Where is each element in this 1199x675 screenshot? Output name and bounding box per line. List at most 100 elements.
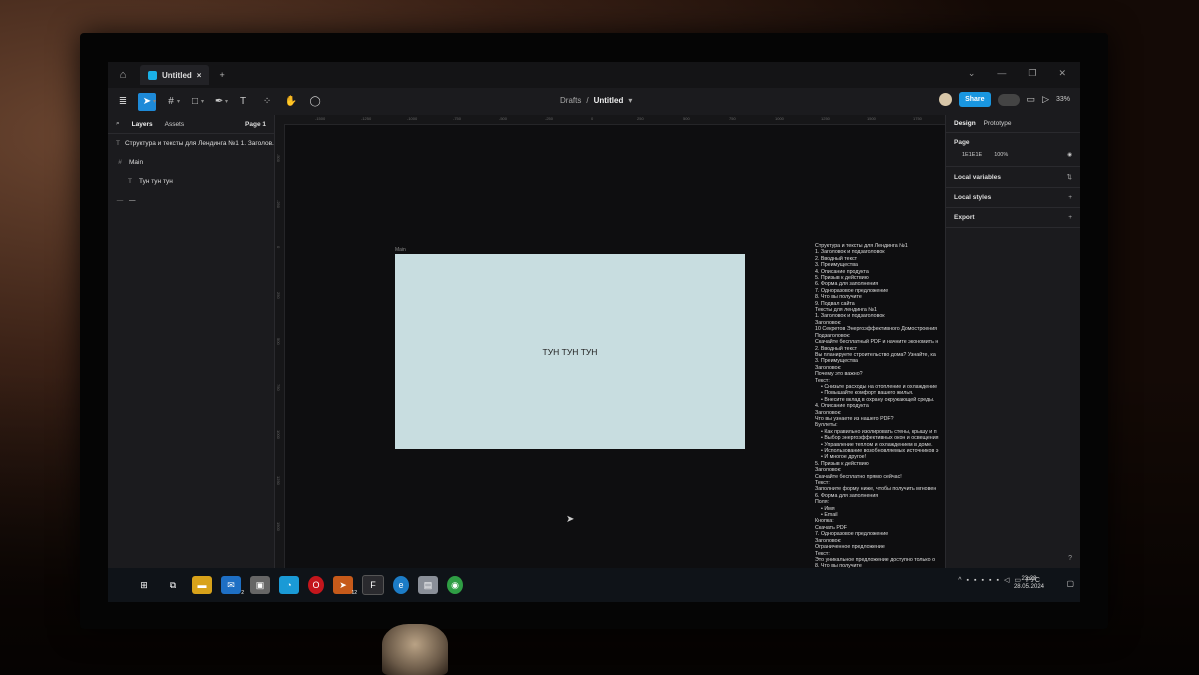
ruler-tick-label: 500 (276, 338, 281, 345)
page-selector[interactable]: Page 1 (245, 121, 266, 128)
zoom-level[interactable]: 33% (1056, 96, 1070, 103)
share-button[interactable]: Share (959, 92, 991, 107)
text-icon: T (128, 178, 132, 185)
frame-text[interactable]: ТУН ТУН ТУН (543, 347, 598, 357)
store-icon[interactable]: ▣ (250, 576, 270, 594)
window-controls: ⌄ — ❐ ✕ (968, 68, 1066, 79)
library-icon[interactable]: ▭ (1027, 94, 1036, 105)
clock[interactable]: 23:29 28.05.2024 (1014, 575, 1044, 591)
ruler-tick-label: 1000 (276, 430, 281, 439)
chevron-down-icon[interactable]: ▾ (153, 98, 156, 105)
chevron-down-icon[interactable]: ▾ (628, 96, 632, 105)
home-icon[interactable]: ⌂ (116, 68, 130, 82)
mail-badge: 2 (241, 590, 244, 596)
main-frame[interactable]: ТУН ТУН ТУН (395, 254, 745, 449)
edge-icon[interactable]: e (393, 576, 409, 594)
hand-tool-icon[interactable]: ✋ (282, 93, 300, 111)
plus-icon[interactable]: + (1068, 214, 1072, 221)
comment-tool-icon[interactable]: ◯ (306, 93, 324, 111)
chevron-down-icon[interactable]: ▾ (225, 98, 228, 105)
tab-prototype[interactable]: Prototype (984, 120, 1012, 127)
text-tool-icon[interactable]: T (234, 93, 252, 111)
avatar[interactable] (939, 93, 953, 106)
page-opacity-value[interactable]: 100% (994, 152, 1008, 158)
main-menu-icon[interactable]: ≣ (114, 93, 132, 111)
file-explorer-icon[interactable]: ▬ (192, 576, 212, 594)
export-section[interactable]: Export + (946, 208, 1080, 228)
chevron-down-icon[interactable]: ▾ (177, 98, 180, 105)
mail-icon[interactable]: ✉ 2 (221, 576, 244, 596)
chrome-icon[interactable]: ◉ (447, 576, 463, 594)
export-label: Export (954, 214, 975, 221)
ruler-left: -500 -250 0 250 500 750 1000 1250 1500 (275, 124, 285, 568)
local-styles-label: Local styles (954, 194, 992, 201)
minimize-icon[interactable]: — (997, 68, 1006, 79)
tray-app-icon[interactable]: ▪ (996, 577, 998, 584)
text-line: Выбор энергоэффективных окон и освещения (815, 435, 955, 441)
search-icon[interactable]: ⌕ (116, 120, 120, 128)
chevron-down-icon[interactable]: ⌄ (968, 68, 976, 79)
breadcrumb-file[interactable]: Untitled (594, 96, 624, 105)
opera-icon[interactable]: O (308, 576, 324, 594)
tray-app-icon[interactable]: ▪ (989, 577, 991, 584)
close-tab-icon[interactable]: × (197, 71, 202, 80)
layer-item[interactable]: # Main (108, 153, 274, 172)
frame-label[interactable]: Main (395, 247, 406, 253)
canvas[interactable]: -1500 -1250 -1000 -750 -500 -250 0 250 500 750 100… (275, 115, 946, 569)
close-window-icon[interactable]: ✕ (1058, 68, 1066, 79)
plus-icon[interactable]: + (1068, 194, 1072, 201)
ruler-tick-label: 750 (729, 116, 736, 121)
left-panel-tabs: ⌕ Layers Assets Page 1 (108, 115, 274, 134)
ruler-tick-label: -500 (276, 154, 281, 163)
tray-app-icon[interactable]: ▪ (974, 577, 976, 584)
page-section: Page (946, 133, 1080, 152)
foreground-figurine (382, 624, 448, 675)
notification-icon[interactable]: ▢ (1066, 579, 1074, 588)
layer-item[interactable]: — — (108, 191, 274, 210)
ruler-tick-label: 1500 (867, 116, 876, 121)
app-window-icon[interactable]: ▤ (418, 576, 438, 594)
eye-icon[interactable]: ◉ (1067, 152, 1072, 158)
figma-taskbar-icon[interactable]: F (362, 575, 384, 595)
page-color-value[interactable]: 1E1E1E (962, 152, 982, 158)
telegram-icon[interactable]: ➤ 12 (333, 576, 357, 596)
text-layer-structure[interactable]: Структура и тексты для Лендинга №1 1. Заг… (815, 243, 955, 570)
tab-layers[interactable]: Layers (132, 121, 153, 128)
breadcrumb-project[interactable]: Drafts (560, 96, 581, 105)
present-icon[interactable]: ▷ (1042, 94, 1049, 105)
layer-label: Main (129, 159, 144, 166)
file-tab[interactable]: Untitled × (140, 65, 210, 85)
local-variables-section[interactable]: Local variables ⇅ (946, 167, 1080, 188)
maximize-icon[interactable]: ❐ (1028, 68, 1036, 79)
main-toolbar: ≣ ➤ ▾ # ▾ □ ▾ ✒ ▾ T ⁘ ✋ ◯ Drafts / Untit… (108, 88, 1080, 115)
layer-item[interactable]: T Тун тун тун (108, 172, 274, 191)
design-panel: Design Prototype Page 1E1E1E 100% ◉ Loca… (945, 115, 1080, 568)
chevron-up-icon[interactable]: ^ (958, 577, 961, 584)
windows-taskbar: ⊞ ⧉ ▬ ✉ 2 ▣ ◔ O ➤ 12 F e ▤ ◉ ^ ▪ ▪ ▪ ▪ ▪ ◁… (108, 568, 1080, 602)
tab-design[interactable]: Design (954, 120, 976, 127)
layer-item[interactable]: T Структура и тексты для Лендинга №1 1. З… (108, 134, 274, 153)
text-line: Заполните форму ниже, чтобы получить мгн… (815, 486, 937, 493)
tray-app-icon[interactable]: ▪ (982, 577, 984, 584)
components-icon[interactable]: ⁘ (258, 93, 276, 111)
ruler-tick-label: 1250 (276, 476, 281, 485)
tab-assets[interactable]: Assets (165, 121, 185, 128)
new-tab-icon[interactable]: + (219, 70, 224, 80)
chevron-down-icon[interactable]: ▾ (201, 98, 204, 105)
windows-start-icon[interactable]: ⊞ (134, 576, 154, 594)
mouse-cursor-icon: ➤ (566, 514, 575, 525)
task-view-icon[interactable]: ⧉ (163, 576, 183, 594)
tray-app-icon[interactable]: ▪ (967, 577, 969, 584)
monitor-screen: ⌂ Untitled × + ⌄ — ❐ ✕ ≣ ➤ ▾ # ▾ □ ▾ ✒ ▾… (108, 62, 1080, 602)
ruler-tick-label: 250 (276, 292, 281, 299)
sliders-icon[interactable]: ⇅ (1067, 173, 1072, 181)
volume-icon[interactable]: ◁ (1004, 576, 1009, 584)
ruler-tick-label: 0 (591, 116, 594, 121)
dev-mode-toggle[interactable] (997, 93, 1020, 106)
local-styles-section[interactable]: Local styles + (946, 188, 1080, 208)
help-button[interactable]: ? (1068, 555, 1072, 562)
ruler-tick-label: -1500 (315, 116, 326, 121)
ruler-tick-label: 500 (683, 116, 690, 121)
chat-icon[interactable]: ◔ (279, 576, 299, 594)
ruler-tick-label: 750 (276, 384, 281, 391)
